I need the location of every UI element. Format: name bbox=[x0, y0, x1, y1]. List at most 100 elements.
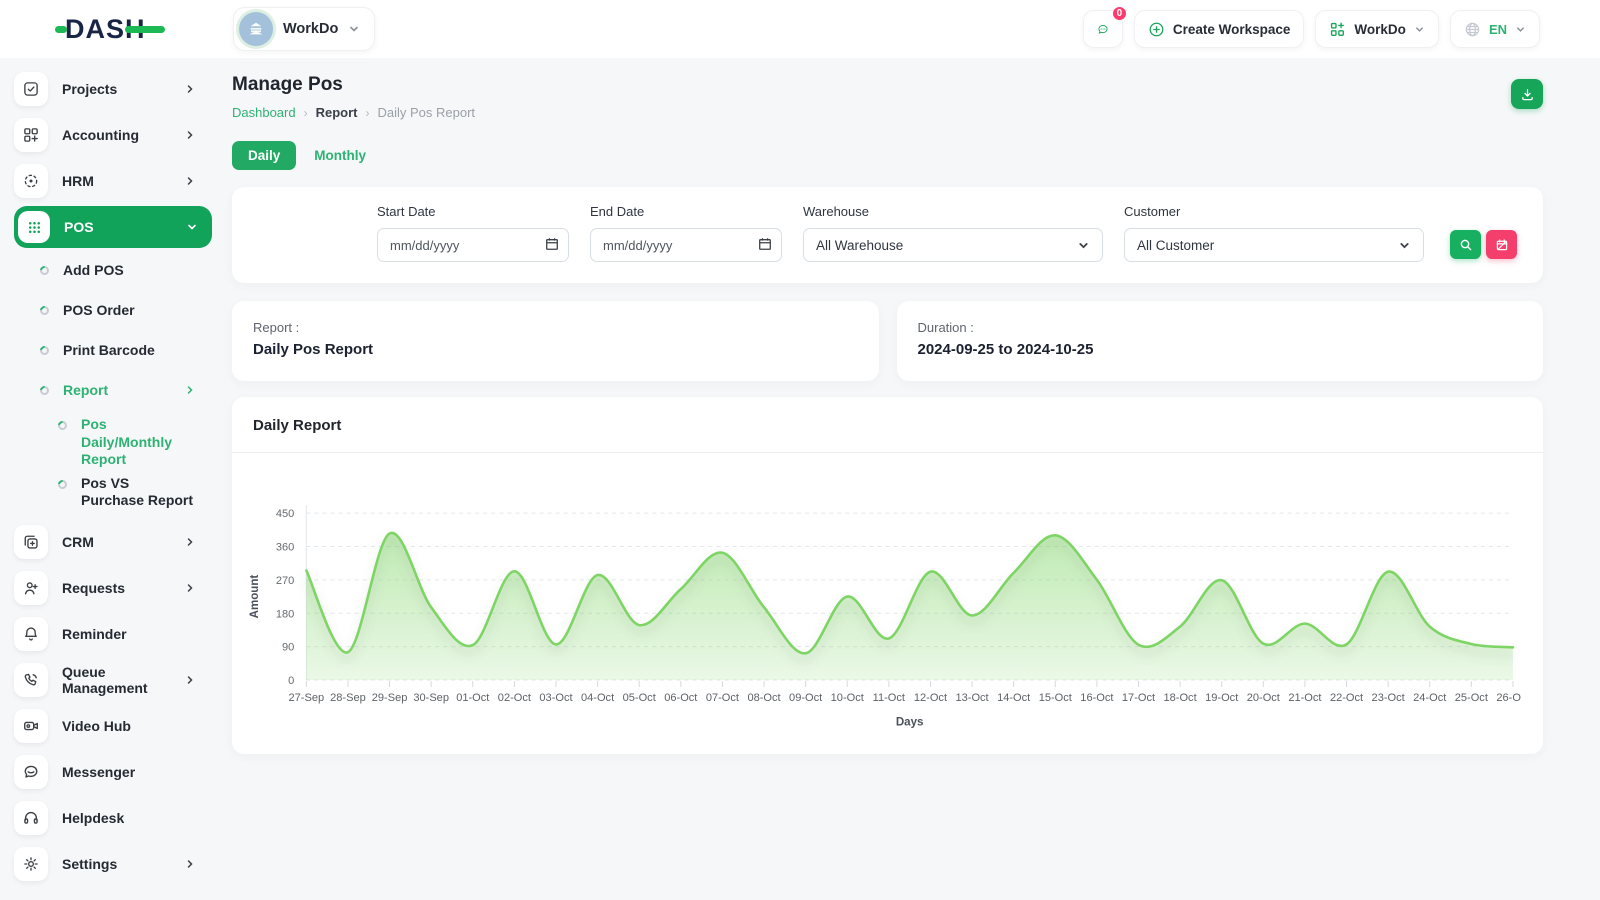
reset-filter-button[interactable] bbox=[1486, 230, 1517, 259]
workdo-menu-button[interactable]: WorkDo bbox=[1315, 10, 1439, 48]
svg-text:02-Oct: 02-Oct bbox=[498, 692, 531, 704]
bullet-icon bbox=[38, 344, 51, 357]
svg-text:05-Oct: 05-Oct bbox=[623, 692, 656, 704]
submenu-item-label: Report bbox=[63, 382, 108, 398]
svg-text:08-Oct: 08-Oct bbox=[747, 692, 780, 704]
language-selector[interactable]: EN bbox=[1450, 10, 1540, 48]
phone-icon bbox=[14, 663, 48, 697]
app-logo[interactable]: DASH bbox=[55, 12, 212, 46]
tab-daily[interactable]: Daily bbox=[232, 141, 296, 170]
warehouse-selected-value: All Warehouse bbox=[816, 238, 903, 253]
chevron-down-icon bbox=[1077, 239, 1090, 252]
chart-title: Daily Report bbox=[253, 417, 341, 434]
main-content: Manage Pos Dashboard › Report › Daily Po… bbox=[212, 58, 1600, 887]
submenu-item-pos-vs-purchase-report[interactable]: Pos VS Purchase Report bbox=[14, 469, 212, 519]
sidebar-item-hrm[interactable]: HRM bbox=[14, 158, 212, 204]
sidebar-item-label: Requests bbox=[62, 580, 125, 596]
svg-text:06-Oct: 06-Oct bbox=[664, 692, 697, 704]
submenu-item-print-barcode[interactable]: Print Barcode bbox=[14, 330, 212, 370]
svg-text:16-Oct: 16-Oct bbox=[1080, 692, 1113, 704]
svg-text:17-Oct: 17-Oct bbox=[1122, 692, 1155, 704]
svg-text:22-Oct: 22-Oct bbox=[1330, 692, 1363, 704]
apply-filter-button[interactable] bbox=[1450, 230, 1481, 259]
svg-text:09-Oct: 09-Oct bbox=[789, 692, 822, 704]
submenu-item-pos-order[interactable]: POS Order bbox=[14, 290, 212, 330]
breadcrumb-report-link[interactable]: Report bbox=[316, 105, 358, 120]
customer-selected-value: All Customer bbox=[1137, 238, 1214, 253]
hrm-icon bbox=[14, 164, 48, 198]
chevron-down-icon bbox=[1414, 24, 1425, 35]
bell-icon bbox=[14, 617, 48, 651]
warehouse-select[interactable]: All Warehouse bbox=[803, 228, 1103, 262]
sidebar-item-reminder[interactable]: Reminder bbox=[14, 611, 212, 657]
sidebar-item-crm[interactable]: CRM bbox=[14, 519, 212, 565]
create-workspace-label: Create Workspace bbox=[1173, 22, 1291, 37]
chat-icon bbox=[1097, 20, 1109, 39]
svg-text:13-Oct: 13-Oct bbox=[955, 692, 988, 704]
svg-text:Amount: Amount bbox=[249, 575, 261, 619]
sidebar-item-requests[interactable]: Requests bbox=[14, 565, 212, 611]
workspace-avatar bbox=[239, 12, 273, 46]
svg-text:180: 180 bbox=[276, 608, 294, 620]
duration-label: Duration : bbox=[918, 320, 1523, 335]
svg-text:24-Oct: 24-Oct bbox=[1413, 692, 1446, 704]
sidebar-item-queue-management[interactable]: Queue Management bbox=[14, 657, 212, 703]
breadcrumb-current: Daily Pos Report bbox=[378, 105, 476, 120]
svg-text:27-Sep: 27-Sep bbox=[289, 692, 325, 704]
svg-text:23-Oct: 23-Oct bbox=[1372, 692, 1405, 704]
sidebar-item-label: Settings bbox=[62, 856, 117, 872]
duration-summary-card: Duration : 2024-09-25 to 2024-10-25 bbox=[897, 301, 1544, 381]
video-camera-icon bbox=[14, 709, 48, 743]
svg-text:01-Oct: 01-Oct bbox=[456, 692, 489, 704]
user-plus-icon bbox=[14, 571, 48, 605]
chevron-down-icon bbox=[1515, 24, 1526, 35]
create-workspace-button[interactable]: Create Workspace bbox=[1134, 10, 1305, 48]
chevron-right-icon bbox=[184, 384, 196, 396]
submenu-item-report[interactable]: Report bbox=[14, 370, 212, 410]
start-date-input[interactable] bbox=[377, 228, 569, 262]
sidebar-item-helpdesk[interactable]: Helpdesk bbox=[14, 795, 212, 841]
sidebar-item-messenger[interactable]: Messenger bbox=[14, 749, 212, 795]
bullet-icon bbox=[56, 478, 69, 491]
submenu-item-label: Pos Daily/Monthly Report bbox=[81, 416, 196, 469]
report-summary-card: Report : Daily Pos Report bbox=[232, 301, 879, 381]
svg-text:20-Oct: 20-Oct bbox=[1247, 692, 1280, 704]
sidebar-item-pos[interactable]: POS bbox=[14, 206, 212, 248]
workspace-selector[interactable]: WorkDo bbox=[233, 7, 375, 51]
duration-value: 2024-09-25 to 2024-10-25 bbox=[918, 341, 1523, 358]
filter-actions bbox=[1450, 230, 1517, 259]
submenu-item-add-pos[interactable]: Add POS bbox=[14, 250, 212, 290]
submenu-item-pos-daily-monthly-report[interactable]: Pos Daily/Monthly Report bbox=[14, 410, 212, 469]
sidebar-item-video-hub[interactable]: Video Hub bbox=[14, 703, 212, 749]
sidebar-item-accounting[interactable]: Accounting bbox=[14, 112, 212, 158]
crm-icon bbox=[14, 525, 48, 559]
chevron-right-icon bbox=[184, 536, 196, 548]
warehouse-label: Warehouse bbox=[803, 204, 1103, 219]
apps-grid-icon bbox=[1329, 21, 1346, 38]
search-icon bbox=[1459, 238, 1473, 252]
messages-button[interactable]: 0 bbox=[1083, 10, 1123, 48]
svg-text:03-Oct: 03-Oct bbox=[539, 692, 572, 704]
download-report-button[interactable] bbox=[1511, 79, 1543, 109]
workspace-name: WorkDo bbox=[283, 21, 338, 37]
end-date-input[interactable] bbox=[590, 228, 782, 262]
customer-select[interactable]: All Customer bbox=[1124, 228, 1424, 262]
svg-text:14-Oct: 14-Oct bbox=[997, 692, 1030, 704]
breadcrumb-separator-icon: › bbox=[366, 106, 370, 120]
page-head: Manage Pos Dashboard › Report › Daily Po… bbox=[232, 74, 1543, 120]
customer-label: Customer bbox=[1124, 204, 1424, 219]
svg-text:30-Sep: 30-Sep bbox=[413, 692, 449, 704]
svg-text:Days: Days bbox=[896, 716, 924, 728]
globe-icon bbox=[1464, 21, 1481, 38]
svg-text:29-Sep: 29-Sep bbox=[372, 692, 408, 704]
workdo-menu-label: WorkDo bbox=[1354, 22, 1406, 37]
breadcrumb-dashboard-link[interactable]: Dashboard bbox=[232, 105, 296, 120]
sidebar-item-label: Video Hub bbox=[62, 718, 131, 734]
svg-text:270: 270 bbox=[276, 575, 294, 587]
sidebar-item-projects[interactable]: Projects bbox=[14, 66, 212, 112]
submenu-item-label: Add POS bbox=[63, 262, 124, 278]
tab-monthly[interactable]: Monthly bbox=[314, 148, 366, 163]
page-title: Manage Pos bbox=[232, 74, 475, 96]
sidebar-item-label: Accounting bbox=[62, 127, 139, 143]
sidebar-item-settings[interactable]: Settings bbox=[14, 841, 212, 887]
